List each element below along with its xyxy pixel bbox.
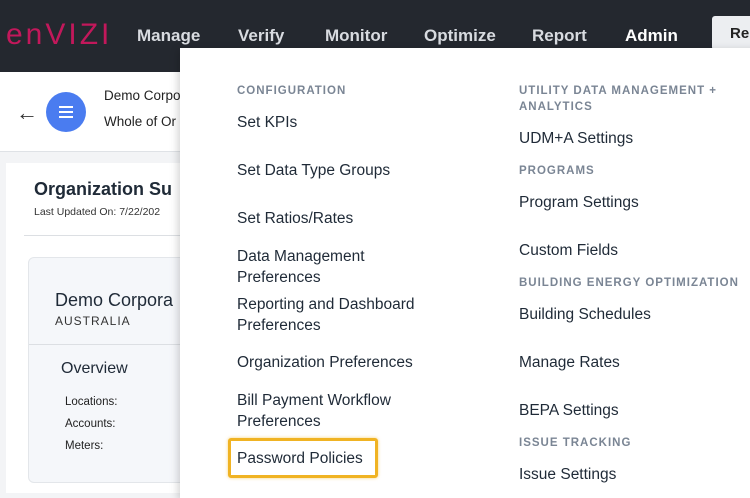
envizi-logo[interactable]: enVIZI xyxy=(6,18,112,52)
menu-data-management-preferences[interactable]: Data Management Preferences xyxy=(237,246,437,288)
scope-breadcrumb[interactable]: Whole of Or xyxy=(104,114,176,129)
issue-tracking-header: ISSUE TRACKING xyxy=(519,437,632,449)
menu-program-settings[interactable]: Program Settings xyxy=(519,192,639,213)
divider xyxy=(24,235,206,236)
menu-bepa-settings[interactable]: BEPA Settings xyxy=(519,400,619,421)
locations-label: Locations: xyxy=(65,396,118,408)
nav-report[interactable]: Report xyxy=(532,26,587,46)
org-breadcrumb[interactable]: Demo Corpo xyxy=(104,88,181,103)
organization-summary-card: Organization Su Last Updated On: 7/22/20… xyxy=(6,163,209,493)
menu-bill-payment-workflow-preferences[interactable]: Bill Payment Workflow Preferences xyxy=(237,390,417,432)
page-title: Organization Su xyxy=(34,179,173,199)
configuration-header: CONFIGURATION xyxy=(237,85,347,97)
menu-building-schedules[interactable]: Building Schedules xyxy=(519,304,651,325)
nav-verify[interactable]: Verify xyxy=(238,26,284,46)
overview-heading: Overview xyxy=(61,360,128,377)
menu-udm-settings[interactable]: UDM+A Settings xyxy=(519,128,633,149)
report-button[interactable]: Rep xyxy=(712,16,750,50)
menu-manage-rates[interactable]: Manage Rates xyxy=(519,352,620,373)
nav-optimize[interactable]: Optimize xyxy=(424,26,496,46)
org-country: AUSTRALIA xyxy=(55,314,131,328)
menu-issue-settings[interactable]: Issue Settings xyxy=(519,464,616,485)
menu-custom-fields[interactable]: Custom Fields xyxy=(519,240,618,261)
menu-organization-preferences[interactable]: Organization Preferences xyxy=(237,352,413,373)
hamburger-menu-icon[interactable] xyxy=(46,92,86,132)
udm-analytics-header: UTILITY DATA MANAGEMENT + ANALYTICS xyxy=(519,85,718,113)
org-name: Demo Corpora xyxy=(55,290,174,310)
menu-reporting-dashboard-preferences[interactable]: Reporting and Dashboard Preferences xyxy=(237,294,437,336)
nav-admin[interactable]: Admin xyxy=(625,26,678,46)
nav-manage[interactable]: Manage xyxy=(137,26,200,46)
meters-label: Meters: xyxy=(65,440,104,452)
last-updated-text: Last Updated On: 7/22/202 xyxy=(34,206,161,218)
menu-set-data-type-groups[interactable]: Set Data Type Groups xyxy=(237,160,390,181)
programs-header: PROGRAMS xyxy=(519,165,595,177)
back-arrow-icon[interactable]: ← xyxy=(16,100,38,126)
nav-monitor[interactable]: Monitor xyxy=(325,26,387,46)
menu-set-ratios-rates[interactable]: Set Ratios/Rates xyxy=(237,208,353,229)
building-energy-optimization-header: BUILDING ENERGY OPTIMIZATION xyxy=(519,277,739,289)
accounts-label: Accounts: xyxy=(65,418,116,430)
admin-dropdown-menu: CONFIGURATION Set KPIs Set Data Type Gro… xyxy=(180,48,750,498)
menu-set-kpis[interactable]: Set KPIs xyxy=(237,112,297,133)
menu-password-policies[interactable]: Password Policies xyxy=(237,448,363,469)
